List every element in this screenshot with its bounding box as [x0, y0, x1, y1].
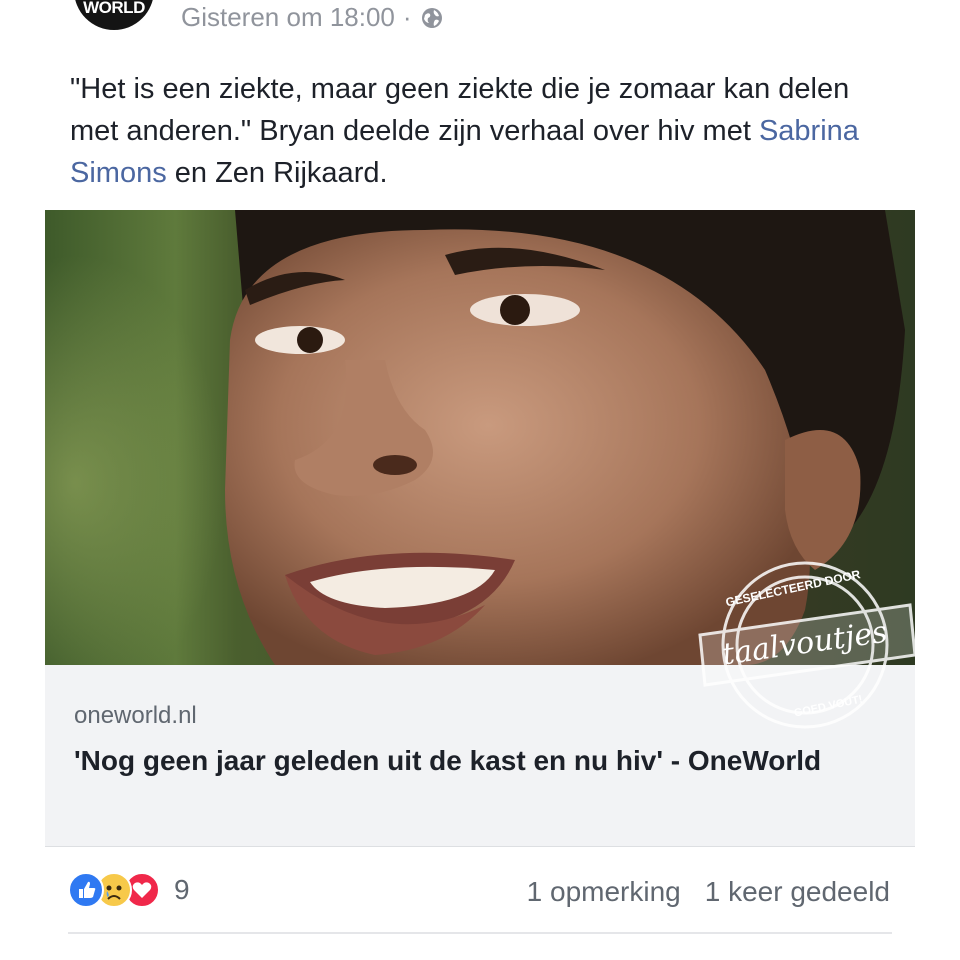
post-header: WORLD Gisteren om 18:00 ·: [0, 0, 960, 50]
footer-divider: [68, 932, 892, 934]
post-message: "Het is een ziekte, maar geen ziekte die…: [70, 68, 900, 194]
post-timestamp[interactable]: Gisteren om 18:00: [181, 2, 395, 33]
meta-separator: ·: [402, 2, 412, 32]
post-message-text-1: "Het is een ziekte, maar geen ziekte die…: [70, 73, 850, 147]
post-meta: Gisteren om 18:00 ·: [181, 2, 444, 33]
page-avatar[interactable]: WORLD: [74, 0, 154, 30]
reactions-summary[interactable]: 9: [68, 872, 190, 908]
share-count-link[interactable]: 1 keer gedeeld: [705, 876, 890, 908]
link-source-domain: oneworld.nl: [74, 702, 197, 729]
reaction-count: 9: [174, 874, 190, 905]
post-stats: 1 opmerking 1 keer gedeeld: [527, 876, 890, 908]
svg-text:GOED VOUT!: GOED VOUT!: [793, 693, 864, 719]
post-footer: 9 1 opmerking 1 keer gedeeld: [0, 862, 960, 922]
post-message-text-2: en Zen Rijkaard.: [166, 157, 388, 189]
taalvoutjes-stamp: taalvoutjes GESELECTEERD DOOR GOED VOUT!: [690, 545, 920, 745]
globe-icon: [420, 6, 444, 30]
link-preview-card[interactable]: oneworld.nl 'Nog geen jaar geleden uit d…: [45, 210, 915, 847]
link-title[interactable]: 'Nog geen jaar geleden uit de kast en nu…: [74, 740, 874, 782]
avatar-logo-text: WORLD: [83, 0, 145, 17]
comment-count-link[interactable]: 1 opmerking: [527, 876, 681, 908]
like-icon: [68, 872, 104, 908]
